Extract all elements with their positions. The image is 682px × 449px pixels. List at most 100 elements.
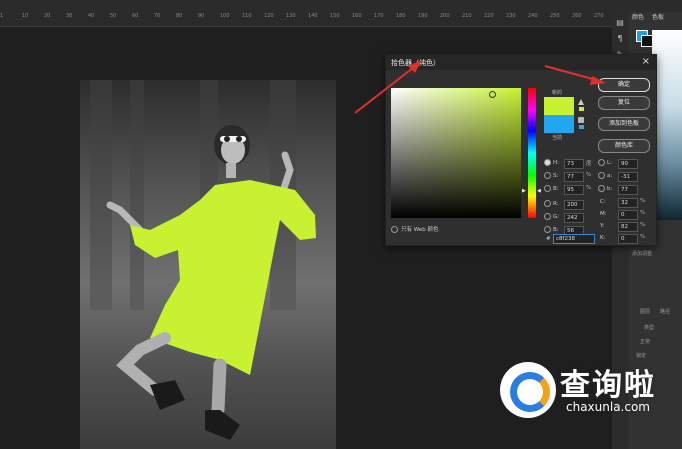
tab-layers[interactable]: 图层 bbox=[640, 308, 650, 315]
ruler-tick-label: 50 bbox=[110, 13, 117, 19]
document-photo[interactable] bbox=[80, 80, 336, 449]
ruler-tick-label: 250 bbox=[550, 13, 560, 19]
ruler-tick-label: 220 bbox=[484, 13, 494, 19]
ruler-tick-label: 60 bbox=[132, 13, 139, 19]
brightness-radio[interactable]: B: bbox=[544, 185, 559, 193]
checkbox-circle[interactable] bbox=[391, 226, 398, 233]
hue-field[interactable]: 73 bbox=[564, 159, 584, 169]
color-picker-dialog: 拾色器（纯色） × ▶ ◀ 新的 当前 确定 复位 添加到色板 颜色库 H: 7… bbox=[385, 54, 657, 246]
ruler-tick-label: 230 bbox=[506, 13, 516, 19]
blue-radio[interactable]: B: bbox=[544, 226, 559, 234]
saturation-radio[interactable]: S: bbox=[544, 172, 558, 180]
ruler-tick-label: 180 bbox=[396, 13, 406, 19]
black-label: K: bbox=[600, 235, 606, 241]
ruler-tick-label: 110 bbox=[242, 13, 252, 19]
cyan-field[interactable]: 32 bbox=[618, 198, 638, 208]
current-color-swatch[interactable] bbox=[544, 115, 574, 133]
magenta-unit: % bbox=[640, 210, 646, 216]
hex-hash-label: # bbox=[546, 236, 551, 242]
hex-field[interactable]: c8f238 bbox=[553, 234, 595, 244]
hue-radio[interactable]: H: bbox=[544, 159, 559, 167]
green-field[interactable]: 242 bbox=[564, 213, 584, 223]
red-field[interactable]: 200 bbox=[564, 200, 584, 210]
ruler-tick-label: 170 bbox=[374, 13, 384, 19]
watermark: 查询啦 chaxunla.com bbox=[500, 360, 680, 430]
ruler-tick-label: 120 bbox=[264, 13, 274, 19]
green-radio[interactable]: G: bbox=[544, 213, 559, 221]
lab-b-radio[interactable]: b: bbox=[598, 185, 612, 193]
ruler-tick-label: 90 bbox=[198, 13, 205, 19]
hue-slider-right-arrow-icon[interactable]: ◀ bbox=[537, 188, 541, 194]
ruler-tick-label: 260 bbox=[572, 13, 582, 19]
color-cursor[interactable] bbox=[489, 91, 496, 98]
ruler-tick-label: 210 bbox=[462, 13, 472, 19]
web-safe-cube-icon[interactable] bbox=[578, 117, 584, 123]
tab-color[interactable]: 颜色 bbox=[632, 14, 644, 21]
red-radio[interactable]: R: bbox=[544, 200, 559, 208]
watermark-domain: chaxunla.com bbox=[566, 400, 650, 414]
yellow-field[interactable]: 82 bbox=[618, 222, 638, 232]
ruler-tick-label: 30 bbox=[66, 13, 73, 19]
tab-swatches[interactable]: 色板 bbox=[652, 14, 664, 21]
add-to-swatches-button[interactable]: 添加到色板 bbox=[598, 117, 650, 131]
color-panel-tabs: 颜色 色板 bbox=[632, 12, 682, 24]
ruler-tick-label: 1 bbox=[0, 13, 4, 19]
new-color-swatch bbox=[544, 97, 574, 115]
yellow-label: Y: bbox=[600, 223, 605, 229]
lock-label: 锁定 bbox=[636, 353, 647, 359]
magenta-field[interactable]: 0 bbox=[618, 210, 638, 220]
magenta-label: M: bbox=[600, 211, 607, 217]
hue-unit: 度 bbox=[586, 161, 592, 167]
history-icon[interactable]: ▤ bbox=[615, 18, 625, 28]
black-unit: % bbox=[640, 234, 646, 240]
lab-b-field[interactable]: 77 bbox=[618, 185, 638, 195]
ruler-tick-label: 240 bbox=[528, 13, 538, 19]
dialog-titlebar[interactable]: 拾色器（纯色） × bbox=[386, 55, 656, 70]
ok-button[interactable]: 确定 bbox=[598, 78, 650, 92]
ruler-tick-label: 130 bbox=[286, 13, 296, 19]
brightness-field[interactable]: 95 bbox=[564, 185, 584, 195]
woman-figure bbox=[106, 125, 316, 440]
ruler-tick-label: 40 bbox=[88, 13, 95, 19]
web-colors-only-label: 只有 Web 颜色 bbox=[401, 227, 439, 233]
saturation-field[interactable]: 77 bbox=[564, 172, 584, 182]
dialog-title: 拾色器（纯色） bbox=[391, 59, 440, 67]
layer-kind-filter[interactable]: 类型 bbox=[644, 324, 654, 331]
adjustments-title: 添加调整 bbox=[632, 251, 653, 257]
ruler-tick-label: 10 bbox=[22, 13, 29, 19]
color-libraries-button[interactable]: 颜色库 bbox=[598, 139, 650, 153]
ruler-ticks: 1 10 20 30 40 50 60 70 80 90 100 110 120 130 140 150 160… bbox=[0, 13, 612, 19]
paragraph-icon[interactable]: ¶ bbox=[615, 34, 625, 44]
blend-mode-select[interactable]: 正常 bbox=[640, 338, 650, 345]
ruler-tick-label: 270 bbox=[594, 13, 604, 19]
saturation-unit: % bbox=[586, 172, 592, 178]
close-icon[interactable]: × bbox=[642, 56, 650, 67]
web-colors-only-checkbox[interactable]: 只有 Web 颜色 bbox=[391, 225, 439, 233]
ruler-tick-label: 20 bbox=[44, 13, 51, 19]
ruler-tick-label: 70 bbox=[154, 13, 161, 19]
lab-a-field[interactable]: -31 bbox=[618, 172, 638, 182]
reset-button[interactable]: 复位 bbox=[598, 96, 650, 110]
tab-paths[interactable]: 路径 bbox=[660, 308, 670, 315]
yellow-unit: % bbox=[640, 222, 646, 228]
web-safe-correction-swatch[interactable] bbox=[579, 125, 584, 129]
ruler-tick-label: 160 bbox=[352, 13, 362, 19]
new-color-label: 新的 bbox=[552, 90, 563, 96]
gamut-correction-swatch[interactable] bbox=[579, 107, 584, 111]
lab-a-radio[interactable]: a: bbox=[598, 172, 612, 180]
lab-l-field[interactable]: 90 bbox=[618, 159, 638, 169]
current-color-label: 当前 bbox=[552, 135, 563, 141]
lab-l-radio[interactable]: L: bbox=[598, 159, 612, 167]
black-field[interactable]: 0 bbox=[618, 234, 638, 244]
cyan-unit: % bbox=[640, 198, 646, 204]
saturation-brightness-field[interactable] bbox=[391, 88, 521, 218]
ruler-tick-label: 80 bbox=[176, 13, 183, 19]
ruler-tick-label: 200 bbox=[440, 13, 450, 19]
hue-slider[interactable] bbox=[528, 88, 536, 218]
hue-slider-left-arrow-icon[interactable]: ▶ bbox=[522, 188, 526, 194]
out-of-gamut-warning-icon[interactable] bbox=[578, 99, 584, 105]
horizontal-ruler: 1 10 20 30 40 50 60 70 80 90 100 110 120 130 140 150 160… bbox=[0, 12, 612, 27]
watermark-logo-icon bbox=[500, 362, 556, 418]
ruler-tick-label: 100 bbox=[220, 13, 230, 19]
ruler-tick-label: 140 bbox=[308, 13, 318, 19]
